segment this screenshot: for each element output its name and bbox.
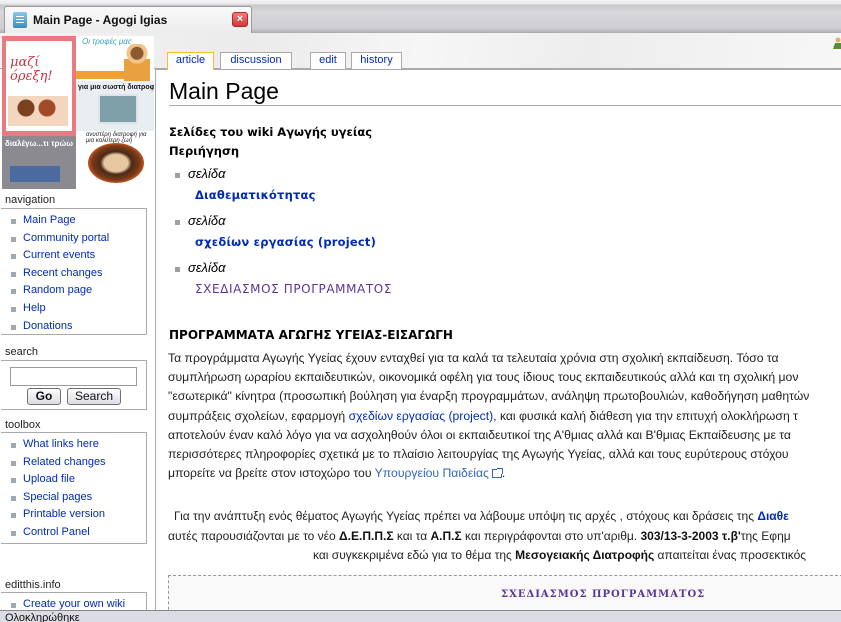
user-icon[interactable] [833,37,841,49]
link-sxediasmos-programmatos[interactable]: ΣΧΕΔΙΑΣΜΟΣ ΠΡΟΓΡΑΜΜΑΤΟΣ [195,282,392,296]
navigation-portlet: Main Page Community portal Current event… [1,208,147,335]
page-list-label: σελίδα [188,213,226,228]
sidebar-link[interactable]: Main Page [23,214,76,226]
paragraph-line: μπορείτε να βρείτε στον ιστοχώρο του Υπο… [168,466,506,481]
sidebar-link[interactable]: Special pages [23,491,92,503]
logo-panel-dialego: διαλέγω...τι τρώω [2,136,76,189]
link-ypourgeiou-paideias[interactable]: Υπουργείου Παιδείας [375,466,489,480]
sidebar-link[interactable]: Random page [23,284,92,296]
section-heading: ΠΡΟΓΡΑΜΜΑΤΑ ΑΓΩΓΗΣ ΥΓΕΙΑΣ-ΕΙΣΑΓΩΓΗ [169,328,453,342]
paragraph-line: συμπράξεις σχολείων, εφαρμογή σχεδίων ερ… [168,408,798,423]
navigation-subheading: Περιήγηση [169,144,240,158]
link-sxedion-ergasias-inline[interactable]: σχεδίων εργασίας (project) [349,409,494,423]
page-list-label: σελίδα [188,166,226,181]
search-input[interactable] [10,367,137,386]
program-design-box: ΣΧΕΔΙΑΣΜΟΣ ΠΡΟΓΡΑΜΜΑΤΟΣ [168,575,841,610]
editthis-portlet: Create your own wiki [1,592,147,610]
list-bullet-icon [175,267,180,272]
sidebar-link[interactable]: Upload file [23,473,75,485]
sidebar-link[interactable]: Help [23,302,46,314]
sidebar-link[interactable]: Current events [23,249,95,261]
paragraph-line: αποτελούν έναν καλό λόγο για να ασχοληθο… [168,427,791,442]
site-logo[interactable]: μαζί όρεξη! Οι τροφές μας για μια σωστή … [2,36,154,189]
sidebar-item-random-page[interactable]: Random page [10,282,146,300]
toolbox-heading: toolbox [5,419,41,431]
link-sxedion-ergasias[interactable]: σχεδίων εργασίας (project) [195,235,376,249]
status-bar: Ολοκληρώθηκε [0,610,841,622]
sidebar-item-upload-file[interactable]: Upload file [10,471,146,489]
sidebar-link[interactable]: Printable version [23,508,105,520]
sidebar-item-community-portal[interactable]: Community portal [10,230,146,248]
tab-edit[interactable]: edit [310,52,346,69]
paragraph-line: αυτές παρουσιάζονται με το νέο Δ.Ε.Π.Π.Σ… [168,529,791,543]
sidebar-item-control-panel[interactable]: Control Panel [10,524,146,542]
page-list-label: σελίδα [188,260,226,275]
logo-panel-plate: ανυστέρη διατροφή για μια καλύτερη ζωή [76,131,154,189]
navigation-heading: navigation [5,194,56,206]
sidebar-link[interactable]: Create your own wiki [23,598,125,610]
browser-tabstrip: Main Page - Agogi Igias × [0,0,841,33]
sidebar-item-donations[interactable]: Donations [10,318,146,336]
page-favicon-icon [13,12,27,28]
tab-edit-label: edit [319,54,337,66]
sidebar-link[interactable]: Control Panel [23,526,90,538]
title-divider [169,105,841,106]
sidebar-item-current-events[interactable]: Current events [10,247,146,265]
search-button[interactable]: Search [67,388,121,405]
sidebar-item-help[interactable]: Help [10,300,146,318]
link-diathematikotitas-inline[interactable]: Διαθε [757,509,789,523]
close-tab-icon[interactable]: × [232,12,248,27]
external-link-icon [491,468,503,479]
paragraph-line: και συγκεκριμένα εδώ για το θέμα της Μεσ… [313,548,807,562]
sidebar-item-main-page[interactable]: Main Page [10,212,146,230]
list-bullet-icon [175,220,180,225]
sidebar-link[interactable]: Recent changes [23,267,103,279]
sidebar-link[interactable]: Community portal [23,232,109,244]
sidebar-link[interactable]: Donations [23,320,73,332]
status-text: Ολοκληρώθηκε [5,612,80,622]
sidebar-item-related-changes[interactable]: Related changes [10,454,146,472]
browser-tab[interactable]: Main Page - Agogi Igias × [4,6,252,33]
wiki-subtitle: Σελίδες του wiki Αγωγής υγείας [169,125,373,139]
list-bullet-icon [175,173,180,178]
tab-history[interactable]: history [351,52,402,69]
tab-article-label: article [175,54,206,66]
content-area: Main Page Σελίδες του wiki Αγωγής υγείας… [155,69,841,610]
paragraph-line: περισσότερες πληροφορίες σχετικά με το π… [168,447,789,462]
toolbox-portlet: What links here Related changes Upload f… [1,432,147,544]
sidebar-link[interactable]: What links here [23,438,99,450]
browser-tab-title: Main Page - Agogi Igias [33,13,168,27]
sidebar-item-printable-version[interactable]: Printable version [10,506,146,524]
editthis-heading: editthis.info [5,579,61,591]
logo-panel-sosti-diatrofi: για μια σωστή διατροφή [76,81,154,131]
sidebar-item-what-links-here[interactable]: What links here [10,436,146,454]
paragraph-line: "εσωτερικά" κίνητρα (προσωπική βούληση γ… [168,389,810,404]
link-diathematikotitas[interactable]: Διαθεματικότητας [195,188,316,202]
paragraph-line: Τα προγράμματα Αγωγής Υγείας έχουν ενταχ… [168,351,779,365]
sidebar-item-create-wiki[interactable]: Create your own wiki [10,596,146,610]
intro-paragraph: Τα προγράμματα Αγωγής Υγείας έχουν ενταχ… [168,349,841,483]
logo-panel-mazi-orexi: μαζί όρεξη! [2,36,76,136]
wiki-page: μαζί όρεξη! Οι τροφές μας για μια σωστή … [0,33,841,610]
tab-discussion[interactable]: discussion [220,52,292,69]
paragraph-line: συμπλήρωση ωραρίου εκπαιδευτικών, οικονο… [168,370,799,385]
tab-article[interactable]: article [167,52,214,70]
logo-panel-trofes: Οι τροφές μας [76,36,154,81]
go-button[interactable]: Go [27,388,61,405]
program-design-title: ΣΧΕΔΙΑΣΜΟΣ ΠΡΟΓΡΑΜΜΑΤΟΣ [501,589,706,600]
sidebar-item-special-pages[interactable]: Special pages [10,489,146,507]
sidebar-item-recent-changes[interactable]: Recent changes [10,265,146,283]
tab-history-label: history [360,54,393,66]
paragraph-line: Για την ανάπτυξη ενός θέματος Αγωγής Υγε… [174,509,789,523]
sidebar-link[interactable]: Related changes [23,456,106,468]
search-heading: search [5,346,39,358]
tab-discussion-label: discussion [230,54,282,66]
page-title: Main Page [169,78,279,104]
